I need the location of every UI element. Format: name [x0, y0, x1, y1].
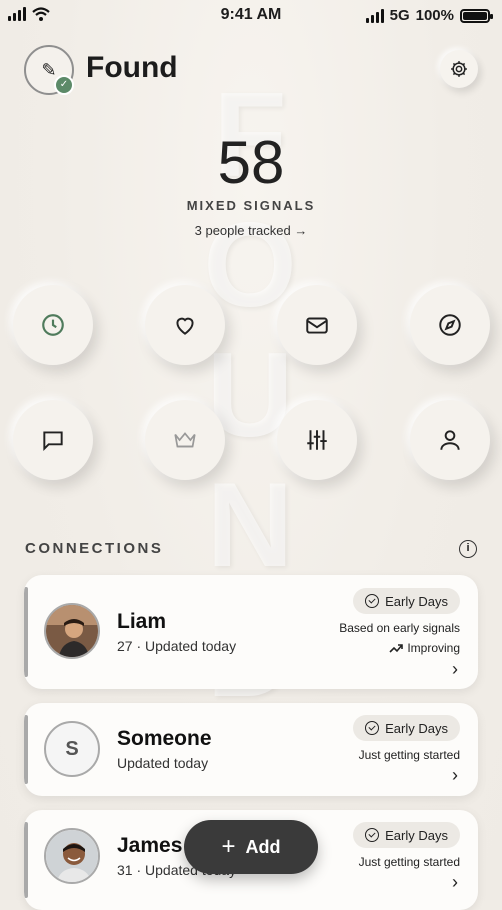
pencil-icon: ✎ — [41, 59, 57, 80]
chevron-right-icon: › — [452, 659, 458, 679]
battery-percent: 100% — [415, 7, 454, 24]
profile-avatar[interactable]: ✎ ✓ — [24, 45, 74, 95]
connection-name: James — [117, 834, 183, 857]
premium-button[interactable] — [145, 400, 225, 480]
filters-button[interactable] — [277, 400, 357, 480]
trend-indicator: Improving — [389, 641, 460, 655]
cellular-signal-icon-right — [365, 8, 384, 23]
mail-icon — [306, 317, 328, 334]
status-badge: Early Days — [353, 715, 460, 741]
gear-icon — [451, 61, 467, 77]
people-tracked-link[interactable]: 3 people tracked → — [0, 223, 502, 238]
header: ✎ ✓ Found — [24, 45, 478, 95]
compass-badge-icon — [365, 594, 380, 608]
score-label: MIXED SIGNALS — [186, 198, 316, 213]
compass-icon — [439, 314, 461, 336]
score-number: 58 — [217, 129, 285, 196]
info-icon[interactable]: i — [459, 540, 477, 558]
settings-button[interactable] — [440, 50, 478, 88]
verified-check-icon: ✓ — [54, 75, 74, 95]
chevron-right-icon: › — [452, 765, 458, 785]
messages-button[interactable] — [277, 285, 357, 365]
someone-avatar: S — [44, 721, 100, 777]
profile-button[interactable] — [410, 400, 490, 480]
heart-icon — [176, 317, 194, 335]
compass-badge-icon — [365, 828, 380, 842]
connection-card-liam[interactable]: Liam 27 · Updated today Early Days Based… — [24, 575, 478, 689]
liam-avatar — [44, 603, 100, 659]
crown-icon — [174, 432, 196, 448]
status-badge-label: Early Days — [385, 827, 448, 843]
add-button-label: Add — [245, 836, 281, 857]
james-avatar — [44, 828, 100, 884]
avatar-initial: S — [65, 737, 79, 760]
explore-button[interactable] — [410, 285, 490, 365]
person-icon — [440, 430, 460, 450]
plus-icon: + — [221, 833, 236, 860]
chevron-right-icon: › — [452, 872, 458, 892]
battery-icon — [460, 8, 493, 23]
history-button[interactable] — [13, 285, 93, 365]
connection-name: Liam — [117, 610, 167, 633]
status-badge: Early Days — [353, 588, 460, 614]
compass-badge-icon — [365, 721, 380, 735]
chat-icon — [43, 431, 63, 452]
add-connection-button[interactable]: + Add — [184, 820, 318, 874]
connection-subtitle: Updated today — [117, 755, 209, 771]
connection-subtitle: 27 · Updated today — [117, 638, 237, 654]
network-type: 5G — [389, 7, 410, 24]
chat-button[interactable] — [13, 400, 93, 480]
connections-section-title: CONNECTIONS — [25, 540, 164, 557]
connection-card-someone[interactable]: S Someone Updated today Early Days Just … — [24, 703, 478, 796]
status-right: 5G 100% — [365, 7, 493, 24]
connection-note: Just getting started — [358, 748, 460, 762]
status-bar: 9:41 AM 5G 100% — [0, 0, 502, 30]
clock-icon — [42, 314, 64, 336]
connection-name: Someone — [117, 727, 212, 750]
trend-label: Improving — [407, 641, 460, 655]
score-summary: 58 MIXED SIGNALS 3 people tracked → — [0, 128, 502, 238]
sliders-icon — [307, 430, 327, 450]
connection-note: Just getting started — [358, 855, 460, 869]
status-badge-label: Early Days — [385, 593, 448, 609]
connection-note: Based on early signals — [339, 621, 460, 635]
favorites-button[interactable] — [145, 285, 225, 365]
status-badge: Early Days — [353, 822, 460, 848]
status-badge-label: Early Days — [385, 720, 448, 736]
app-title: Found — [86, 51, 178, 84]
trend-up-icon — [389, 644, 404, 653]
